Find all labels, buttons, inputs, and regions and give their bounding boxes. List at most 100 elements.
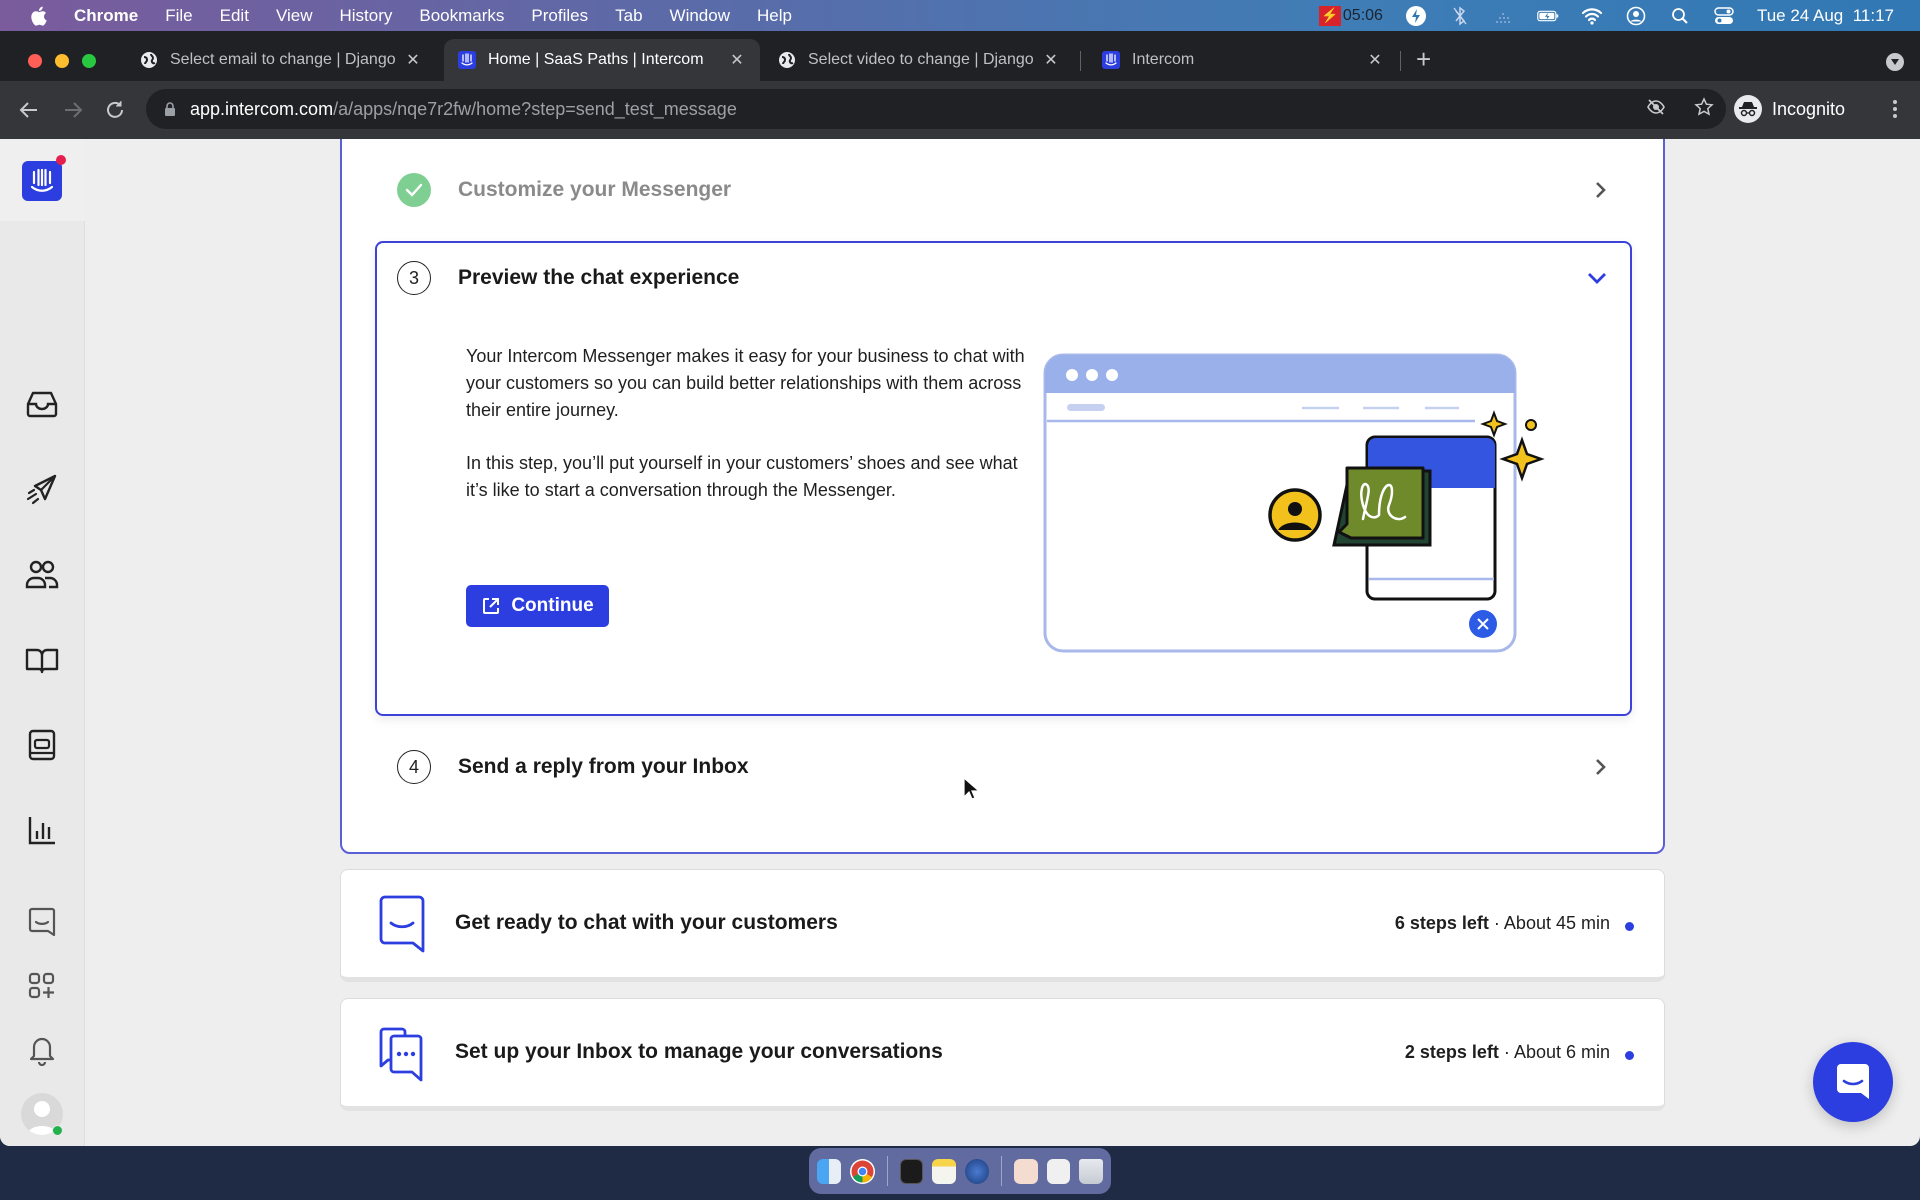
window-close-button[interactable] xyxy=(28,54,42,68)
chevron-right-icon[interactable] xyxy=(1591,180,1611,200)
new-tab-button[interactable]: + xyxy=(1416,46,1431,72)
incognito-profile-button[interactable]: Incognito xyxy=(1734,89,1845,129)
chat-smile-icon xyxy=(379,895,425,953)
recorder-icon: ⚡ xyxy=(1318,5,1341,26)
url-path: /a/apps/nqe7r2fw/home?step=send_test_mes… xyxy=(333,98,737,119)
browser-tab[interactable]: Select email to change | Django ✕ xyxy=(126,39,436,81)
menu-tab[interactable]: Tab xyxy=(615,6,642,26)
step-preview-chat-expanded: 3 Preview the chat experience Your Inter… xyxy=(375,241,1632,716)
tab-close-icon[interactable]: ✕ xyxy=(1366,50,1384,70)
tab-search-button[interactable] xyxy=(1886,53,1904,71)
continue-label: Continue xyxy=(511,595,594,616)
path-duration: About 6 min xyxy=(1513,1042,1610,1062)
chrome-icon[interactable] xyxy=(849,1158,875,1184)
menu-view[interactable]: View xyxy=(276,6,313,26)
menu-help[interactable]: Help xyxy=(757,6,792,26)
checklist-card: Customize your Messenger 3 Preview the c… xyxy=(340,139,1665,854)
menubar-clock[interactable]: Tue 24 Aug 11:17 xyxy=(1757,6,1894,26)
chat-icon xyxy=(28,907,56,937)
globe-icon xyxy=(778,51,796,69)
reeder-icon[interactable] xyxy=(965,1158,989,1184)
lock-icon[interactable] xyxy=(164,101,176,117)
illustration-nav-pill xyxy=(1067,404,1105,411)
trash-icon[interactable] xyxy=(1079,1158,1104,1184)
sidebar-item-messenger[interactable] xyxy=(24,727,60,763)
window-zoom-button[interactable] xyxy=(82,54,96,68)
menu-profiles[interactable]: Profiles xyxy=(531,6,588,26)
chrome-menu-icon[interactable] xyxy=(1892,99,1898,123)
chevron-right-icon[interactable] xyxy=(1591,757,1611,777)
menu-bookmarks[interactable]: Bookmarks xyxy=(419,6,504,26)
finder-icon[interactable] xyxy=(817,1158,841,1184)
tab-title: Home | SaaS Paths | Intercom xyxy=(488,51,704,68)
tab-close-icon[interactable]: ✕ xyxy=(1042,50,1060,70)
incognito-icon xyxy=(1734,95,1762,123)
paper-plane-icon xyxy=(26,474,57,505)
step-send-reply[interactable]: 4 Send a reply from your Inbox xyxy=(397,750,749,784)
steps-left: 6 steps left xyxy=(1394,913,1489,933)
bar-chart-icon xyxy=(28,817,55,845)
menu-file[interactable]: File xyxy=(165,6,192,26)
bluetooth-off-icon[interactable] xyxy=(1449,6,1471,26)
browser-tab[interactable]: Select video to change | Django ✕ xyxy=(764,39,1074,81)
screenshot-stack-icon[interactable] xyxy=(1046,1158,1071,1184)
book-icon xyxy=(25,648,59,674)
chevron-down-icon[interactable] xyxy=(1587,268,1607,288)
notes-icon[interactable] xyxy=(932,1158,957,1184)
chat-bubbles-icon xyxy=(379,1027,423,1082)
recording-time: 05:06 xyxy=(1342,6,1383,24)
status-dot xyxy=(1625,922,1634,931)
bookmark-star-icon[interactable] xyxy=(1694,96,1714,122)
wifi-icon[interactable] xyxy=(1581,6,1603,26)
profile-label: Incognito xyxy=(1772,98,1846,119)
sidebar-item-apps[interactable] xyxy=(24,968,60,1004)
airplay-icon[interactable] xyxy=(1493,6,1515,26)
logo-area xyxy=(0,139,85,221)
path-card[interactable]: Get ready to chat with your customers 6 … xyxy=(340,869,1665,982)
intercom-icon xyxy=(1102,51,1120,69)
browser-tab[interactable]: Intercom ✕ xyxy=(1088,39,1398,81)
path-card[interactable]: Set up your Inbox to manage your convers… xyxy=(340,998,1665,1111)
control-center-icon[interactable] xyxy=(1713,6,1735,26)
screen-recorder-status[interactable]: ⚡ 05:06 xyxy=(1318,5,1383,26)
url-text[interactable]: app.intercom.com/a/apps/nqe7r2fw/home?st… xyxy=(190,99,737,120)
window-minimize-button[interactable] xyxy=(55,54,69,68)
intercom-logo-icon[interactable] xyxy=(22,161,62,201)
globe-icon xyxy=(140,51,158,69)
sidebar-item-outbound[interactable] xyxy=(24,472,60,508)
menu-history[interactable]: History xyxy=(339,6,392,26)
sidebar-item-notifications[interactable] xyxy=(24,1032,60,1068)
messenger-icon xyxy=(28,729,56,761)
tab-close-icon[interactable]: ✕ xyxy=(728,50,746,70)
description-paragraph: In this step, you’ll put yourself in you… xyxy=(466,453,1018,500)
menu-edit[interactable]: Edit xyxy=(220,6,249,26)
sidebar-item-contacts[interactable] xyxy=(24,557,60,593)
sidebar-item-articles[interactable] xyxy=(24,642,60,678)
sidebar-item-conversations[interactable] xyxy=(24,904,60,940)
step-header[interactable]: 3 Preview the chat experience xyxy=(397,261,739,295)
apple-icon[interactable] xyxy=(28,6,48,26)
bolt-icon[interactable] xyxy=(1405,5,1427,26)
menu-window[interactable]: Window xyxy=(670,6,730,26)
description-paragraph: Your Intercom Messenger makes it easy fo… xyxy=(466,346,1025,420)
user-account-icon[interactable] xyxy=(1625,6,1647,26)
tracking-protection-icon[interactable] xyxy=(1646,97,1666,122)
tab-close-icon[interactable]: ✕ xyxy=(404,50,422,70)
continue-button[interactable]: Continue xyxy=(466,585,609,627)
documents-folder-icon[interactable] xyxy=(1013,1158,1038,1184)
messenger-launcher-button[interactable] xyxy=(1813,1042,1893,1122)
step-customize-messenger[interactable]: Customize your Messenger xyxy=(397,173,731,207)
browser-tab-active[interactable]: Home | SaaS Paths | Intercom ✕ xyxy=(444,39,760,81)
app-grid-icon xyxy=(28,972,55,999)
address-bar[interactable]: app.intercom.com/a/apps/nqe7r2fw/home?st… xyxy=(146,89,1726,129)
forward-button[interactable] xyxy=(62,99,84,127)
spotlight-search-icon[interactable] xyxy=(1669,6,1691,26)
back-button[interactable] xyxy=(18,99,40,127)
sidebar-item-inbox[interactable] xyxy=(24,386,60,422)
menu-app-name[interactable]: Chrome xyxy=(74,6,138,26)
terminal-icon[interactable] xyxy=(899,1158,924,1184)
reload-button[interactable] xyxy=(104,99,126,127)
battery-icon[interactable] xyxy=(1537,6,1559,26)
sidebar xyxy=(0,139,85,1146)
sidebar-item-reports[interactable] xyxy=(24,812,60,848)
